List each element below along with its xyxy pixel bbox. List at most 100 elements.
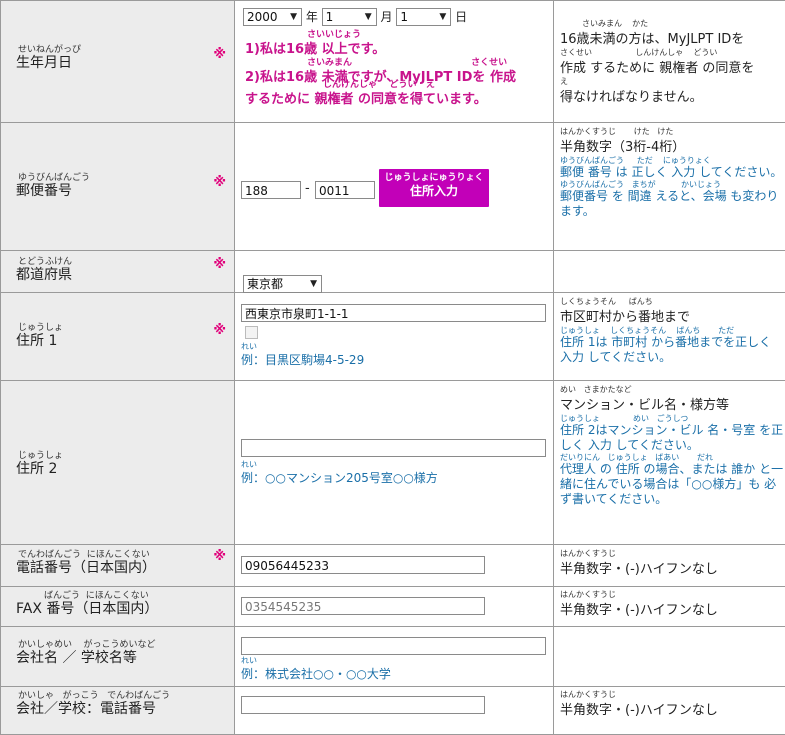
note-cell-company — [554, 627, 785, 687]
fax-input[interactable]: 0354545235 — [241, 597, 485, 615]
label-cell-company: かいしゃめい がっこうめいなど 会社名 ／ 学校名等 — [1, 627, 235, 687]
row-fax: ばんごう にほんこくない FAX 番号（日本国内） 0354545235 はんか… — [1, 587, 785, 627]
label-cell-prefecture: とどうふけん 都道府県 ※ — [1, 251, 235, 293]
postal-code-second-input[interactable]: 0011 — [315, 181, 375, 199]
company-label: かいしゃめい がっこうめいなど 会社名 ／ 学校名等 — [16, 640, 155, 666]
company-example: れい 例：株式会社○○・○○大学 — [241, 657, 391, 682]
company-phone-ruby: かいしゃ がっこう でんわばんごう — [18, 691, 170, 701]
fax-label-text: FAX 番号（日本国内） — [16, 601, 158, 617]
label-cell-phone: でんわばんごう にほんこくない 電話番号（日本国内） ※ — [1, 545, 235, 587]
address1-checkbox[interactable] — [245, 326, 258, 339]
row-company-phone: かいしゃ がっこう でんわばんごう 会社／学校：電話番号 はんかくすうじ 半角数… — [1, 687, 785, 735]
postal-ruby: ゆうびんばんごう — [18, 173, 90, 183]
field-cell-birthdate: 2000▼ 年 1▼ 月 1▼ 日 さいいじょう 1)私は16歳 以上です。 さ… — [235, 1, 554, 123]
required-mark: ※ — [213, 257, 226, 272]
registration-form-table: せいねんがっぴ 生年月日 ※ 2000▼ 年 1▼ 月 1▼ 日 — [0, 0, 785, 735]
label-cell-birthdate: せいねんがっぴ 生年月日 ※ — [1, 1, 235, 123]
row-address2: じゅうしょ 住所 2 れい 例：○○マンション205号室○○様方 めい さまかた… — [1, 381, 785, 545]
age-option-2-text-b: するために 親権者 の同意を得ています。 — [245, 92, 487, 107]
address1-label-text: 住所 1 — [16, 333, 57, 349]
company-phone-input[interactable] — [241, 696, 485, 714]
age-option-2b-ruby: しんけんしゃ どうい え — [323, 81, 487, 89]
note-cell-birthdate: さいみまん かた 16歳未満の方は、MyJLPT IDを さくせい しんけんしゃ… — [554, 1, 785, 123]
address2-label-text: 住所 2 — [16, 461, 57, 477]
field-cell-company: れい 例：株式会社○○・○○大学 — [235, 627, 554, 687]
address1-example: れい 例：目黒区駒場4-5-29 — [241, 343, 364, 368]
company-phone-label-text: 会社／学校：電話番号 — [16, 701, 156, 717]
fax-label: ばんごう にほんこくない FAX 番号（日本国内） — [16, 591, 158, 617]
note-cell-company-phone: はんかくすうじ 半角数字・(-)ハイフンなし — [554, 687, 785, 735]
note-text: 得なければなりません。 — [560, 90, 703, 105]
month-unit: 月 — [381, 10, 393, 24]
company-phone-label: かいしゃ がっこう でんわばんごう 会社／学校：電話番号 — [16, 691, 170, 717]
address2-input[interactable] — [241, 439, 546, 457]
address2-example: れい 例：○○マンション205号室○○様方 — [241, 461, 438, 486]
address2-ruby: じゅうしょ — [18, 451, 63, 461]
phone-label-text: 電話番号（日本国内） — [16, 560, 156, 576]
address1-input[interactable]: 西東京市泉町1-1-1 — [241, 304, 546, 322]
label-cell-fax: ばんごう にほんこくない FAX 番号（日本国内） — [1, 587, 235, 627]
year-unit: 年 — [306, 10, 318, 24]
note-text: 作成 するために 親権者 の同意を — [560, 61, 754, 76]
company-input[interactable] — [241, 637, 546, 655]
note-cell-address2: めい さまかたなど マンション・ビル名・様方等 じゅうしょ めい ごうしつ 住所… — [554, 381, 785, 545]
note-ruby: え — [560, 77, 754, 86]
phone-ruby: でんわばんごう にほんこくない — [18, 550, 156, 560]
hint-text: 郵便 番号 は 正しく 入力 してください。 — [560, 165, 784, 180]
age-option-2b: しんけんしゃ どうい え するために 親権者 の同意を得ています。 — [245, 81, 487, 111]
address1-note: しくちょうそん ばんち 市区町村から番地まで じゅうしょ しくちょうそん ばんち… — [560, 297, 784, 365]
birth-year-select[interactable]: 2000▼ — [243, 8, 302, 26]
phone-input[interactable]: 09056445233 — [241, 556, 485, 574]
chevron-down-icon: ▼ — [310, 276, 317, 292]
label-cell-company-phone: かいしゃ がっこう でんわばんごう 会社／学校：電話番号 — [1, 687, 235, 735]
birth-day-value: 1 — [400, 10, 408, 24]
day-unit: 日 — [455, 10, 467, 24]
fax-note: はんかくすうじ 半角数字・(-)ハイフンなし — [560, 590, 718, 619]
chevron-down-icon: ▼ — [290, 9, 297, 25]
company-phone-note: はんかくすうじ 半角数字・(-)ハイフンなし — [560, 690, 718, 719]
hint-ruby: ゆうびんばんごう まちが かいじょう — [560, 180, 784, 189]
required-mark: ※ — [213, 549, 226, 564]
postal-dash: - — [305, 181, 310, 196]
example-text: 例：株式会社○○・○○大学 — [241, 667, 391, 681]
prefecture-label: とどうふけん 都道府県 — [16, 257, 72, 283]
birth-month-select[interactable]: 1▼ — [322, 8, 377, 26]
postal-code-first-input[interactable]: 188 — [241, 181, 301, 199]
birth-day-select[interactable]: 1▼ — [396, 8, 451, 26]
age-option-1-ruby: さいいじょう — [307, 31, 385, 39]
birthdate-label: せいねんがっぴ 生年月日 — [16, 45, 81, 71]
phone-note: はんかくすうじ 半角数字・(-)ハイフンなし — [560, 549, 718, 578]
label-cell-address1: じゅうしょ 住所 1 ※ — [1, 293, 235, 381]
field-cell-phone: 09056445233 — [235, 545, 554, 587]
chevron-down-icon: ▼ — [365, 9, 372, 25]
note-ruby: さくせい しんけんしゃ どうい — [560, 48, 754, 57]
note-text: 半角数字・(-)ハイフンなし — [560, 562, 718, 577]
address2-label: じゅうしょ 住所 2 — [16, 451, 63, 477]
age-option-2-ruby: さいみまん さくせい — [307, 59, 516, 67]
note-cell-fax: はんかくすうじ 半角数字・(-)ハイフンなし — [554, 587, 785, 627]
hint-ruby: ゆうびんばんごう ただ にゅうりょく — [560, 156, 784, 165]
row-phone: でんわばんごう にほんこくない 電話番号（日本国内） ※ 09056445233… — [1, 545, 785, 587]
example-text: 例：目黒区駒場4-5-29 — [241, 353, 364, 367]
prefecture-select[interactable]: 東京都▼ — [243, 275, 322, 293]
birthdate-label-text: 生年月日 — [16, 55, 72, 71]
age-option-1-text: 1)私は16歳 以上です。 — [245, 42, 385, 57]
required-mark: ※ — [213, 323, 226, 338]
chevron-down-icon: ▼ — [439, 9, 446, 25]
note-text: 半角数字（3桁-4桁） — [560, 140, 685, 155]
note-ruby: さいみまん かた — [582, 19, 754, 28]
required-mark: ※ — [213, 175, 226, 190]
note-cell-address1: しくちょうそん ばんち 市区町村から番地まで じゅうしょ しくちょうそん ばんち… — [554, 293, 785, 381]
row-company: かいしゃめい がっこうめいなど 会社名 ／ 学校名等 れい 例：株式会社○○・○… — [1, 627, 785, 687]
age-option-1[interactable]: さいいじょう 1)私は16歳 以上です。 — [245, 31, 385, 61]
field-cell-address2: れい 例：○○マンション205号室○○様方 — [235, 381, 554, 545]
address-lookup-button[interactable]: じゅうしょにゅうりょく 住所入力 — [379, 169, 489, 207]
postal-note: はんかくすうじ けた けた 半角数字（3桁-4桁） ゆうびんばんごう ただ にゅ… — [560, 127, 784, 219]
field-cell-prefecture: 東京都▼ — [235, 251, 554, 293]
note-ruby: しくちょうそん ばんち — [560, 297, 784, 306]
address-lookup-ruby: じゅうしょにゅうりょく — [379, 173, 489, 184]
example-text: 例：○○マンション205号室○○様方 — [241, 471, 438, 485]
hint-text: 代理人 の 住所 の場合、または 誰か と一緒に住んでいる場合は「○○様方」も … — [560, 462, 784, 507]
note-ruby: はんかくすうじ — [560, 590, 718, 599]
postal-label-text: 郵便番号 — [16, 183, 72, 199]
